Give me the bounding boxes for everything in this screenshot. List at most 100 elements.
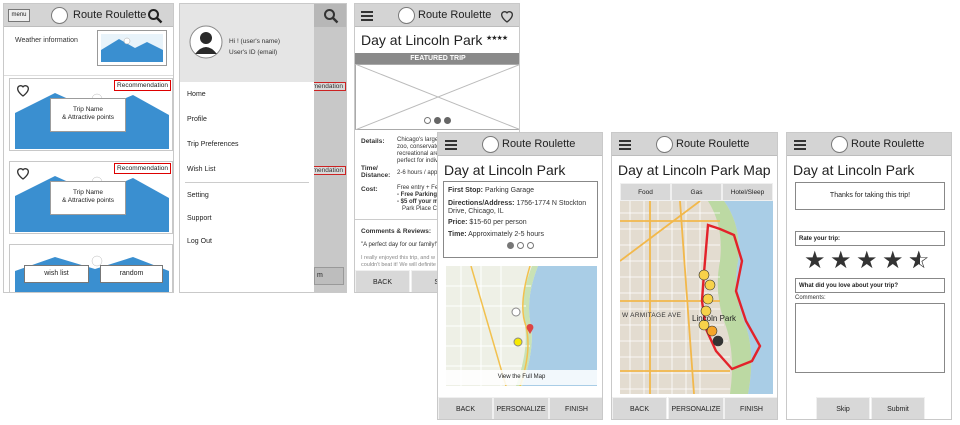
- star-filled-icon[interactable]: ★: [882, 249, 904, 273]
- back-button[interactable]: BACK: [438, 397, 493, 419]
- weather-panel: Weather information: [9, 27, 169, 71]
- star-rating[interactable]: ★ ★ ★ ★ ☆ ★: [804, 249, 936, 275]
- view-full-map-button[interactable]: View the Full Map: [446, 370, 597, 385]
- back-button[interactable]: BACK: [612, 397, 667, 419]
- carousel-dots[interactable]: [424, 117, 454, 125]
- app-header: Route Roulette: [355, 4, 519, 27]
- menu-item-profile[interactable]: Profile: [187, 116, 207, 123]
- trip-points: & Attractive points: [61, 114, 115, 121]
- page-title: Day at Lincoln Park: [361, 32, 483, 48]
- first-stop: First Stop: Parking Garage: [448, 187, 534, 194]
- user-id: User's ID (email): [229, 49, 278, 56]
- price-value: $15-60 per person: [469, 219, 527, 226]
- carousel-dots[interactable]: [507, 242, 537, 250]
- app-title: Route Roulette: [502, 138, 576, 150]
- tab-food[interactable]: Food: [620, 183, 671, 201]
- menu-button[interactable]: menu: [8, 9, 30, 22]
- comment: couldn't beat it! We will definite: [361, 262, 436, 268]
- trip-info-box: Trip Name & Attractive points: [50, 98, 126, 132]
- hamburger-menu-icon[interactable]: [445, 140, 457, 150]
- address-value: 1756-1774 N Stockton: [516, 200, 587, 207]
- skip-button[interactable]: Skip: [816, 397, 870, 419]
- hamburger-menu-icon[interactable]: [619, 140, 631, 150]
- finish-button[interactable]: FINISH: [724, 397, 777, 419]
- map-screen: Route Roulette Day at Lincoln Park Map F…: [611, 132, 778, 420]
- menu-item-wish-list[interactable]: Wish List: [187, 166, 215, 173]
- divider: [4, 75, 173, 76]
- details-line: Chicago's largest: [397, 137, 443, 143]
- random-button[interactable]: random: [100, 265, 163, 283]
- app-title: Route Roulette: [418, 9, 492, 21]
- trip-name: Trip Name: [72, 189, 104, 196]
- hamburger-menu-icon[interactable]: [794, 140, 806, 150]
- wish-list-button[interactable]: wish list: [24, 265, 89, 283]
- rating-screen: Route Roulette Day at Lincoln Park Thank…: [786, 132, 952, 420]
- logo-icon: [656, 136, 673, 153]
- personalize-button[interactable]: PERSONALIZE: [668, 397, 724, 419]
- submit-button[interactable]: Submit: [871, 397, 925, 419]
- time-value: 2-6 hours / appr: [397, 170, 440, 176]
- full-map[interactable]: [620, 201, 773, 394]
- heart-icon[interactable]: [499, 8, 515, 24]
- app-header: Route Roulette: [612, 133, 777, 156]
- price-label: Price:: [448, 219, 468, 226]
- comment: I really enjoyed this trip, and w: [361, 255, 435, 261]
- cost-line: - $5 off your me: [397, 199, 442, 205]
- tab-hotel-sleep[interactable]: Hotel/Sleep: [722, 183, 773, 201]
- user-greeting: Hi ! (user's name): [229, 38, 281, 45]
- menu-item-trip-preferences[interactable]: Trip Preferences: [187, 141, 238, 148]
- star-filled-icon[interactable]: ★: [804, 249, 826, 273]
- search-icon[interactable]: [147, 8, 163, 24]
- time-label: Time/: [361, 165, 378, 172]
- details-line: zoo, conservator: [397, 144, 442, 150]
- details-label: Details:: [361, 138, 385, 145]
- comments-title: Comments & Reviews:: [361, 228, 432, 235]
- comment: "A perfect day for our family!": [361, 242, 439, 248]
- star-filled-icon[interactable]: ★: [856, 249, 878, 273]
- profile-header: Hi ! (user's name) User's ID (email): [180, 4, 314, 82]
- tab-gas[interactable]: Gas: [671, 183, 722, 201]
- comments-textarea[interactable]: [795, 303, 945, 373]
- details-line: recreational area: [397, 151, 443, 157]
- menu-item-setting[interactable]: Setting: [187, 192, 209, 199]
- time: Time: Approximately 2-5 hours: [448, 231, 544, 238]
- cost-label: Cost:: [361, 186, 378, 193]
- details-line: perfect for indivi: [397, 158, 440, 164]
- finish-button[interactable]: FINISH: [549, 397, 602, 419]
- star-half-fill: ★: [908, 249, 920, 273]
- menu-item-log-out[interactable]: Log Out: [187, 238, 212, 245]
- logo-icon: [831, 136, 848, 153]
- app-title: Route Roulette: [851, 138, 925, 150]
- map-preview[interactable]: [446, 266, 597, 386]
- logo-icon: [482, 136, 499, 153]
- price: Price: $15-60 per person: [448, 219, 527, 226]
- cost-line: Free entry + Fea: [397, 185, 442, 191]
- comments-label: Comments:: [795, 295, 826, 301]
- back-button[interactable]: BACK: [355, 270, 410, 292]
- trip-info-box: Trip Name & Attractive points: [50, 181, 126, 215]
- menu-item-support[interactable]: Support: [187, 215, 212, 222]
- hamburger-menu-icon[interactable]: [361, 11, 373, 21]
- cost-line: - Free Parking a: [397, 192, 443, 198]
- rating-stars: ★★★★: [486, 35, 508, 42]
- first-stop-label: First Stop:: [448, 187, 483, 194]
- time-value: Approximately 2-5 hours: [468, 231, 544, 238]
- address: Directions/Address: 1756-1774 N Stockton: [448, 200, 586, 207]
- button-peek: m: [314, 267, 344, 285]
- menu-item-home[interactable]: Home: [187, 91, 206, 98]
- trip-card[interactable]: Recommendation Trip Name & Attractive po…: [9, 161, 173, 234]
- app-header: menu Route Roulette: [4, 4, 173, 27]
- thanks-message-box: Thanks for taking this trip!: [795, 182, 945, 210]
- logo-icon: [398, 7, 415, 24]
- weather-label: Weather information: [15, 37, 78, 44]
- side-menu-panel: Hi ! (user's name) User's ID (email) Hom…: [180, 4, 314, 292]
- app-title: Route Roulette: [676, 138, 750, 150]
- star-filled-icon[interactable]: ★: [830, 249, 852, 273]
- distance-label: Distance:: [361, 172, 391, 179]
- trip-card[interactable]: Recommendation Trip Name & Attractive po…: [9, 78, 173, 151]
- first-stop-value: Parking Garage: [484, 187, 534, 194]
- avatar-icon: [189, 25, 223, 59]
- page-title: Day at Lincoln Park: [793, 162, 915, 178]
- personalize-button[interactable]: PERSONALIZE: [493, 397, 549, 419]
- trip-points: & Attractive points: [61, 197, 115, 204]
